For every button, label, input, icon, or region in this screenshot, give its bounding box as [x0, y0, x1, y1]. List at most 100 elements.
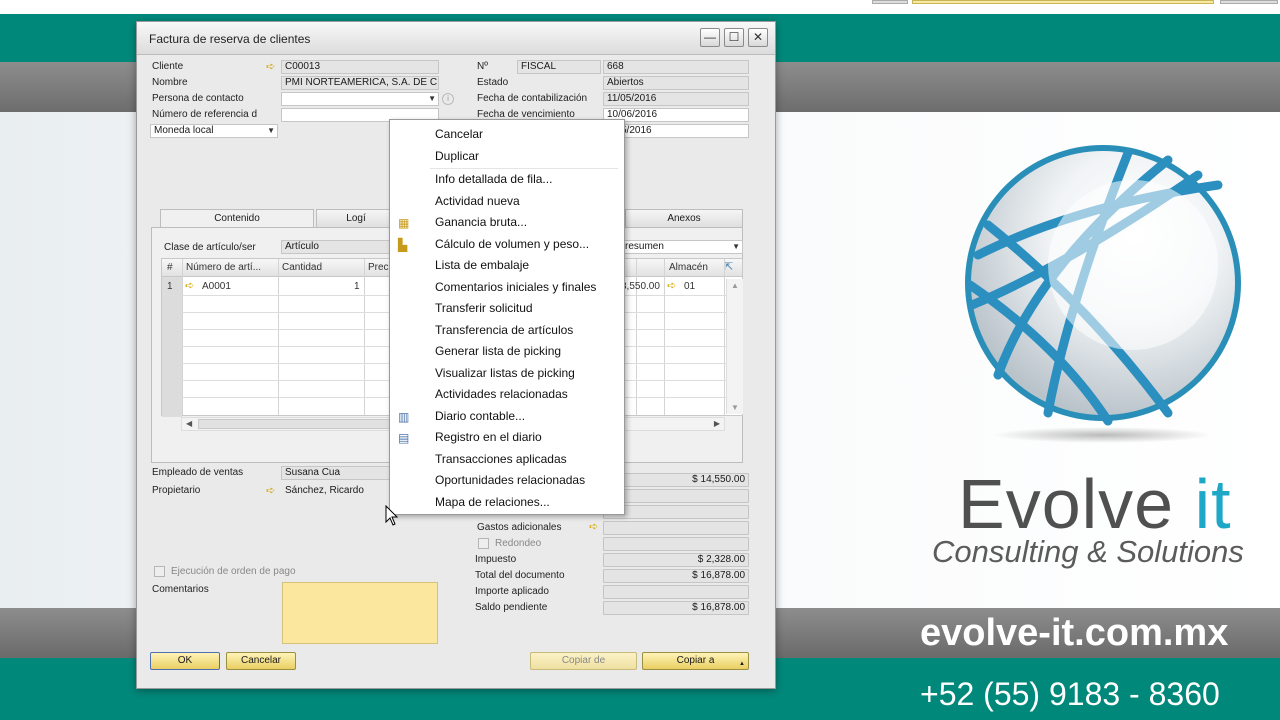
tab-contenido[interactable]: Contenido — [160, 209, 314, 228]
propietario-field[interactable]: Sánchez, Ricardo — [281, 484, 393, 498]
brand-title: Evolve it — [958, 465, 1232, 543]
window-titlebar[interactable]: Factura de reserva de clientes — ☐ ✕ — [137, 22, 775, 55]
top-button-2[interactable] — [1220, 0, 1278, 4]
menu-item-visualizar-picking[interactable]: Visualizar listas de picking — [435, 366, 575, 380]
row1-almacen[interactable]: 01 — [684, 281, 695, 292]
comentarios-label: Comentarios — [152, 584, 209, 595]
info-circle-icon[interactable]: i — [442, 93, 454, 105]
empleado-dropdown[interactable]: Susana Cua — [281, 466, 393, 480]
vertical-scrollbar[interactable]: ▲ ▼ — [726, 279, 743, 414]
ok-button[interactable]: OK — [150, 652, 220, 670]
link-arrow-icon[interactable]: ➪ — [266, 62, 278, 73]
ejecucion-checkbox[interactable] — [154, 566, 165, 577]
fecha-contabilizacion-field[interactable]: 11/05/2016 — [603, 92, 749, 106]
menu-item-transferir-solicitud[interactable]: Transferir solicitud — [435, 301, 533, 315]
menu-item-actividades-relacionadas[interactable]: Actividades relacionadas — [435, 387, 568, 401]
saldo-label: Saldo pendiente — [475, 602, 548, 613]
link-arrow-icon[interactable]: ➪ — [589, 522, 601, 533]
chevron-down-icon: ▼ — [267, 126, 275, 135]
globe-logo-icon — [965, 145, 1241, 443]
serie-field[interactable]: FISCAL — [517, 60, 601, 74]
col-almacen[interactable]: Almacén — [669, 262, 708, 273]
close-button[interactable]: ✕ — [748, 28, 768, 47]
menu-item-calculo-volumen[interactable]: Cálculo de volumen y peso... — [435, 237, 589, 251]
scroll-down-icon[interactable]: ▼ — [731, 403, 739, 412]
tab-anexos[interactable]: Anexos — [625, 209, 743, 228]
scroll-up-icon[interactable]: ▲ — [731, 281, 739, 290]
ganancia-icon: ▦ — [398, 216, 410, 230]
menu-item-info-detallada[interactable]: Info detallada de fila... — [435, 172, 552, 186]
redondeo-checkbox[interactable] — [478, 538, 489, 549]
row1-total[interactable]: 3,550.00 — [621, 281, 660, 292]
volumen-icon: ▙ — [398, 238, 408, 252]
moneda-dropdown[interactable]: Moneda local ▼ — [150, 124, 278, 138]
menu-item-registro-diario[interactable]: Registro en el diario — [435, 430, 542, 444]
menu-item-comentarios[interactable]: Comentarios iniciales y finales — [435, 280, 596, 294]
brand-phone: +52 (55) 9183 - 8360 — [920, 676, 1220, 712]
tab-logistica[interactable]: Logí — [316, 209, 396, 228]
nombre-label: Nombre — [152, 77, 188, 88]
cancelar-button[interactable]: Cancelar — [226, 652, 296, 670]
menu-item-diario-contable[interactable]: Diario contable... — [435, 409, 525, 423]
contacto-dropdown[interactable]: ▼ — [281, 92, 439, 106]
menu-item-transferencia-articulos[interactable]: Transferencia de artículos — [435, 323, 573, 337]
col-cantidad[interactable]: Cantidad — [282, 262, 322, 273]
top-input[interactable] — [912, 0, 1214, 4]
empleado-label: Empleado de ventas — [152, 467, 244, 478]
minimize-button[interactable]: — — [700, 28, 720, 47]
book-icon: ▥ — [398, 410, 410, 424]
menu-item-generar-picking[interactable]: Generar lista de picking — [435, 344, 561, 358]
brand-tagline: Consulting & Solutions — [932, 534, 1244, 569]
redondeo-label: Redondeo — [495, 538, 542, 549]
fecha-contabilizacion-label: Fecha de contabilización — [477, 93, 588, 104]
menu-item-ganancia-bruta[interactable]: Ganancia bruta... — [435, 215, 527, 229]
mouse-cursor-icon — [385, 505, 399, 526]
contacto-label: Persona de contacto — [152, 93, 244, 104]
gastos-label: Gastos adicionales — [477, 522, 562, 533]
copiar-a-button[interactable]: Copiar a ▲ — [642, 652, 749, 670]
impuesto-label: Impuesto — [475, 554, 517, 565]
scroll-left-icon[interactable]: ◀ — [186, 419, 192, 428]
top-button[interactable] — [872, 0, 908, 4]
numero-field[interactable]: 668 — [603, 60, 749, 74]
col-num: # — [167, 262, 173, 273]
link-arrow-icon[interactable]: ➪ — [667, 281, 679, 292]
menu-item-duplicar[interactable]: Duplicar — [435, 149, 479, 163]
estado-field[interactable]: Abiertos — [603, 76, 749, 90]
link-arrow-icon[interactable]: ➪ — [185, 281, 197, 292]
menu-item-cancelar[interactable]: Cancelar — [435, 127, 483, 141]
context-menu: Cancelar Duplicar Info detallada de fila… — [389, 119, 625, 515]
menu-item-mapa-relaciones[interactable]: Mapa de relaciones... — [435, 495, 550, 509]
scroll-thumb[interactable] — [198, 419, 398, 429]
resumen-dropdown[interactable]: resumen ▼ — [621, 240, 743, 254]
ejecucion-label: Ejecución de orden de pago — [171, 566, 296, 577]
total-field: $ 16,878.00 — [603, 569, 749, 583]
nombre-field[interactable]: PMI NORTEAMERICA, S.A. DE C — [281, 76, 439, 90]
scroll-right-icon[interactable]: ▶ — [714, 419, 720, 428]
expand-arrow-icon[interactable]: ⇱ — [724, 260, 733, 273]
gastos-field — [603, 521, 749, 535]
menu-item-lista-embalaje[interactable]: Lista de embalaje — [435, 258, 529, 272]
maximize-button[interactable]: ☐ — [724, 28, 744, 47]
cliente-field[interactable]: C00013 — [281, 60, 439, 74]
link-arrow-icon[interactable]: ➪ — [266, 486, 278, 497]
top-strip — [0, 0, 1280, 14]
row1-cantidad[interactable]: 1 — [354, 281, 360, 292]
menu-item-oportunidades[interactable]: Oportunidades relacionadas — [435, 473, 585, 487]
copiar-de-button[interactable]: Copiar de — [530, 652, 637, 670]
total-label: Total del documento — [475, 570, 565, 581]
row1-articulo[interactable]: A0001 — [202, 281, 231, 292]
cliente-label: Cliente — [152, 61, 184, 72]
clase-articulo-dropdown[interactable]: Artículo — [281, 240, 391, 254]
importe-label: Importe aplicado — [475, 586, 549, 597]
impuesto-field: $ 2,328.00 — [603, 553, 749, 567]
journal-icon: ▤ — [398, 431, 410, 445]
comentarios-textarea[interactable] — [282, 582, 438, 644]
menu-item-transacciones-aplicadas[interactable]: Transacciones aplicadas — [435, 452, 567, 466]
menu-separator — [430, 168, 618, 169]
chevron-down-icon: ▼ — [732, 242, 740, 251]
col-articulo[interactable]: Número de artí... — [186, 262, 261, 273]
saldo-field: $ 16,878.00 — [603, 601, 749, 615]
col-precio[interactable]: Prec — [368, 262, 389, 273]
menu-item-actividad-nueva[interactable]: Actividad nueva — [435, 194, 520, 208]
